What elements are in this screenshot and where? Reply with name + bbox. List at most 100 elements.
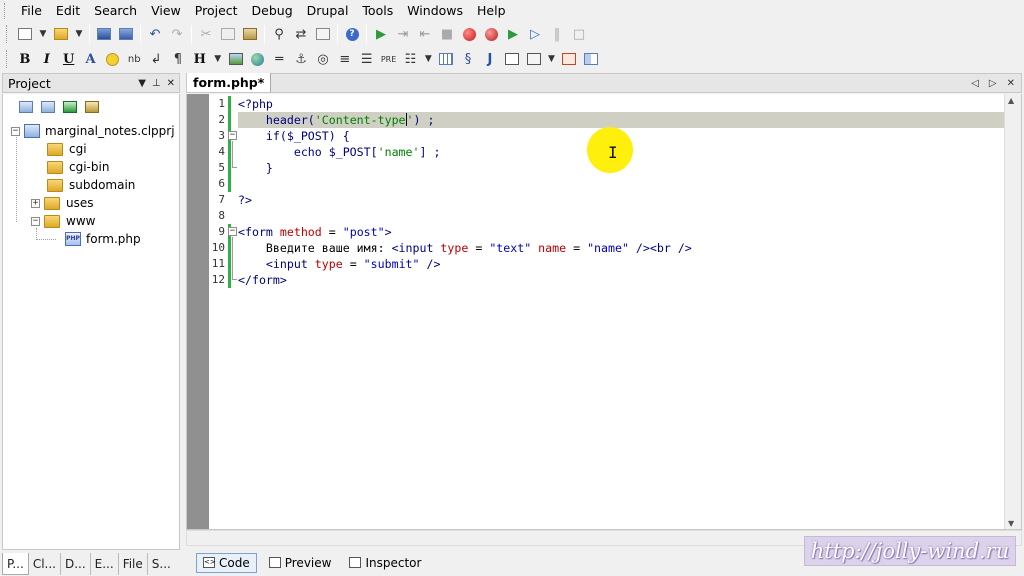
step-icon[interactable]: ⇥ xyxy=(392,23,414,45)
open-file-icon[interactable] xyxy=(50,23,72,45)
tree-item-form-php[interactable]: PHP form.php xyxy=(65,230,141,248)
underline-button[interactable]: U xyxy=(58,48,80,70)
globe-icon[interactable] xyxy=(246,48,268,70)
table-icon[interactable] xyxy=(435,48,457,70)
play-outline-icon[interactable]: ▷ xyxy=(524,23,546,45)
scroll-up-icon[interactable]: ▲ xyxy=(1008,96,1014,105)
new-dropdown-icon[interactable]: ▼ xyxy=(36,23,50,45)
pre-button[interactable]: PRE xyxy=(378,48,400,70)
step-out-icon[interactable]: ⇤ xyxy=(414,23,436,45)
find-in-files-icon[interactable] xyxy=(312,23,334,45)
italic-button[interactable]: I xyxy=(36,48,58,70)
tab-code[interactable]: <> Code xyxy=(196,552,257,573)
javascript-button[interactable]: J xyxy=(479,48,501,70)
panel-menu-icon[interactable]: ▼ xyxy=(138,78,146,89)
toolbar-grip xyxy=(6,25,10,43)
tab-project[interactable]: P... xyxy=(2,553,29,575)
tree-item-uses[interactable]: + uses xyxy=(31,194,94,212)
tab-prev-icon[interactable]: ◁ xyxy=(971,78,979,89)
bold-button[interactable]: B xyxy=(14,48,36,70)
add-folder-icon[interactable] xyxy=(39,98,57,116)
square-icon[interactable]: □ xyxy=(568,23,590,45)
project-settings-icon[interactable] xyxy=(83,98,101,116)
tree-item-cgi-bin[interactable]: cgi-bin xyxy=(47,158,109,176)
tree-item-cgi[interactable]: cgi xyxy=(47,140,87,158)
save-icon[interactable] xyxy=(93,23,115,45)
tree-item-www[interactable]: − www xyxy=(31,212,95,230)
close-icon[interactable]: ✕ xyxy=(1007,78,1015,89)
menu-file[interactable]: File xyxy=(14,1,49,21)
tab-preview[interactable]: Preview xyxy=(263,553,338,573)
expand-icon[interactable]: + xyxy=(31,198,40,208)
play-icon[interactable]: ▶ xyxy=(502,23,524,45)
find-replace-icon[interactable]: ⇄ xyxy=(290,23,312,45)
input-dropdown-icon[interactable]: ▼ xyxy=(545,48,559,70)
paragraph-button[interactable]: ¶ xyxy=(167,48,189,70)
tab-s[interactable]: S... xyxy=(148,553,175,575)
menu-windows[interactable]: Windows xyxy=(400,1,470,21)
scroll-down-icon[interactable]: ▼ xyxy=(1008,519,1014,528)
stop-icon[interactable]: ■ xyxy=(436,23,458,45)
tree-item-subdomain[interactable]: subdomain xyxy=(47,176,135,194)
layout-icon[interactable] xyxy=(580,48,602,70)
redo-icon[interactable]: ↷ xyxy=(166,23,188,45)
menu-view[interactable]: View xyxy=(144,1,188,21)
pause-icon[interactable]: ‖ xyxy=(546,23,568,45)
line-break-button[interactable]: ↲ xyxy=(145,48,167,70)
horizontal-rule-icon[interactable]: ═ xyxy=(268,48,290,70)
breakpoint-icon[interactable] xyxy=(480,23,502,45)
tree-item-label: cgi-bin xyxy=(69,160,110,174)
image-icon[interactable] xyxy=(225,48,247,70)
fold-toggle-icon[interactable]: − xyxy=(228,131,237,140)
frame-icon[interactable] xyxy=(558,48,580,70)
menu-project[interactable]: Project xyxy=(188,1,245,21)
target-icon[interactable]: ◎ xyxy=(312,48,334,70)
heading-dropdown-icon[interactable]: ▼ xyxy=(211,48,225,70)
undo-icon[interactable]: ↶ xyxy=(144,23,166,45)
list-dropdown-icon[interactable]: ▼ xyxy=(421,48,435,70)
run-icon[interactable]: ▶ xyxy=(370,23,392,45)
collapse-icon[interactable]: − xyxy=(31,216,40,226)
menu-debug[interactable]: Debug xyxy=(245,1,300,21)
save-all-icon[interactable] xyxy=(115,23,137,45)
tab-classes[interactable]: Cl... xyxy=(29,553,61,575)
form-icon[interactable] xyxy=(501,48,523,70)
anchor-icon[interactable]: ⚓ xyxy=(290,48,312,70)
align-center-icon[interactable]: ≡ xyxy=(334,48,356,70)
cut-icon[interactable]: ✂ xyxy=(195,23,217,45)
pin-icon[interactable]: ⊥ xyxy=(152,78,161,89)
align-justify-icon[interactable]: ☰ xyxy=(356,48,378,70)
copy-icon[interactable] xyxy=(217,23,239,45)
menu-help[interactable]: Help xyxy=(470,1,513,21)
menu-drupal[interactable]: Drupal xyxy=(300,1,356,21)
tab-file[interactable]: File xyxy=(119,553,148,575)
open-dropdown-icon[interactable]: ▼ xyxy=(72,23,86,45)
list-icon[interactable]: ☷ xyxy=(400,48,422,70)
paste-icon[interactable] xyxy=(239,23,261,45)
menu-search[interactable]: Search xyxy=(87,1,144,21)
tab-d[interactable]: D... xyxy=(61,553,91,575)
tab-inspector[interactable]: Inspector xyxy=(343,553,427,573)
nbsp-button[interactable]: nb xyxy=(123,48,145,70)
find-icon[interactable]: ⚲ xyxy=(268,23,290,45)
vertical-scrollbar[interactable]: ▲ ▼ xyxy=(1004,94,1021,529)
fold-toggle-icon[interactable]: − xyxy=(228,227,237,236)
menu-edit[interactable]: Edit xyxy=(49,1,87,21)
collapse-icon[interactable]: − xyxy=(11,126,20,136)
tree-item-root[interactable]: − marginal_notes.clpprj xyxy=(11,122,175,140)
menu-tools[interactable]: Tools xyxy=(355,1,400,21)
close-icon[interactable]: ✕ xyxy=(167,78,175,89)
input-icon[interactable] xyxy=(523,48,545,70)
tab-next-icon[interactable]: ▷ xyxy=(989,78,997,89)
tab-form-php[interactable]: form.php* xyxy=(187,73,272,92)
heading-button[interactable]: H xyxy=(189,48,211,70)
css-icon[interactable]: § xyxy=(457,48,479,70)
tab-e[interactable]: E... xyxy=(91,553,119,575)
new-file-icon[interactable] xyxy=(14,23,36,45)
smiley-icon[interactable] xyxy=(101,48,123,70)
font-button[interactable]: A xyxy=(80,48,102,70)
add-file-icon[interactable] xyxy=(17,98,35,116)
help-icon[interactable]: ? xyxy=(341,23,363,45)
refresh-icon[interactable] xyxy=(61,98,79,116)
record-icon[interactable] xyxy=(458,23,480,45)
